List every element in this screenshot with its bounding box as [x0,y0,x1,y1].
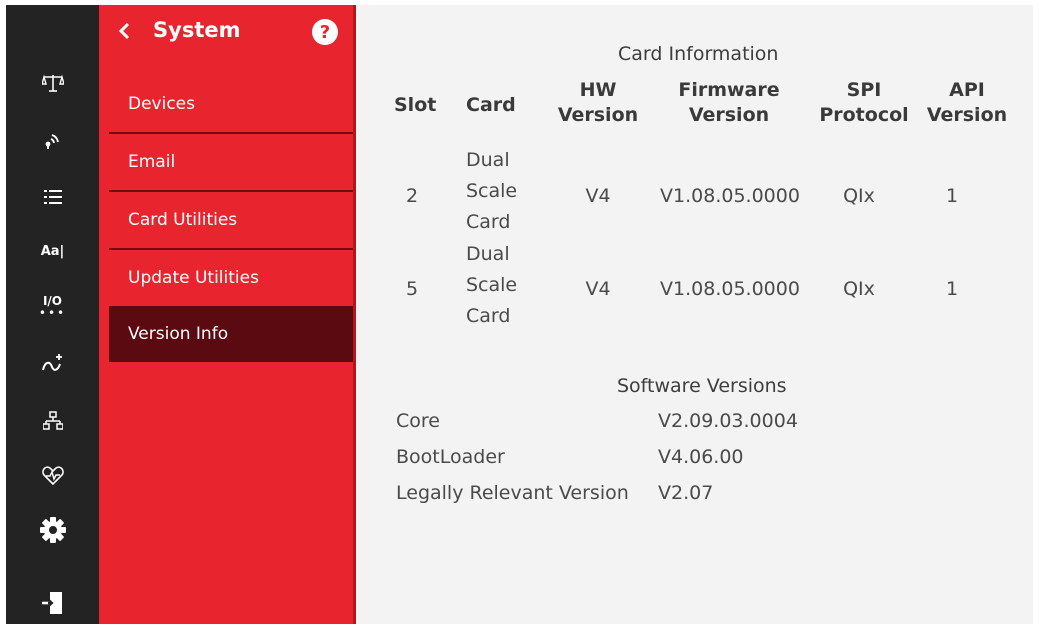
header-fw-line2: Version [688,104,770,126]
icon-rail: Aa| I/O ••• [6,5,99,624]
font-format-icon-text: Aa| [40,243,65,259]
routing-icon[interactable] [6,343,99,383]
row1-slot: 2 [406,185,419,207]
io-icon[interactable]: I/O ••• [6,287,99,327]
software-label-core: Core [396,410,440,432]
row2-spi: QIx [843,278,875,300]
software-label-legally-relevant: Legally Relevant Version [396,482,629,504]
header-api-version: API Version [924,78,1010,128]
list-icon[interactable] [6,177,99,217]
nav-item-version-info[interactable]: Version Info [109,306,353,362]
header-card: Card [466,94,516,116]
row2-slot: 5 [406,278,419,300]
font-format-icon[interactable]: Aa| [6,231,99,271]
header-hw-line2: Version [557,104,639,126]
nav-item-devices[interactable]: Devices [109,76,353,132]
header-spi-line2: Protocol [819,104,909,126]
logout-icon[interactable] [6,583,99,623]
gear-icon[interactable] [6,510,99,550]
header-hw-line1: HW [579,79,617,101]
row1-card-line3: Card [466,211,511,233]
version-info-content: Card Information Slot Card HW Version Fi… [356,5,1033,624]
row1-card-line2: Scale [466,180,518,202]
row1-card: Dual Scale Card [466,145,517,238]
software-value-core: V2.09.03.0004 [658,410,798,432]
nav-item-email[interactable]: Email [109,134,353,190]
system-nav-panel: System ? Devices Email Card Utilities Up… [99,5,356,624]
help-icon[interactable]: ? [312,19,338,45]
row2-card-line2: Scale [466,274,518,296]
wireless-icon[interactable] [6,119,99,159]
row1-api: 1 [945,185,959,207]
row1-fw: V1.08.05.0000 [660,185,800,207]
header-spi-protocol: SPI Protocol [814,78,914,128]
card-information-title: Card Information [618,43,779,65]
software-value-legally-relevant: V2.07 [658,482,714,504]
health-icon[interactable] [6,455,99,495]
row2-api: 1 [945,278,959,300]
row2-fw: V1.08.05.0000 [660,278,800,300]
header-fw-line1: Firmware [678,79,780,101]
row1-spi: QIx [843,185,875,207]
network-icon[interactable] [6,401,99,441]
chevron-left-icon[interactable] [116,20,132,42]
row1-card-line1: Dual [466,149,510,171]
row1-hw: V4 [585,185,611,207]
io-dots: ••• [38,306,67,320]
row2-hw: V4 [585,278,611,300]
row2-card-line1: Dual [466,243,510,265]
nav-item-card-utilities[interactable]: Card Utilities [109,192,353,248]
scale-icon[interactable] [6,63,99,103]
header-api-line1: API [949,79,985,101]
row2-card-line3: Card [466,305,511,327]
header-spi-line1: SPI [846,79,882,101]
header-slot: Slot [394,94,437,116]
nav-item-update-utilities[interactable]: Update Utilities [109,250,353,306]
header-api-line2: Version [926,104,1008,126]
row2-card: Dual Scale Card [466,239,517,332]
nav-title: System [153,18,241,42]
header-hw-version: HW Version [550,78,646,128]
software-label-bootloader: BootLoader [396,446,505,468]
software-value-bootloader: V4.06.00 [658,446,744,468]
software-versions-title: Software Versions [617,375,787,397]
header-firmware-version: Firmware Version [664,78,794,128]
